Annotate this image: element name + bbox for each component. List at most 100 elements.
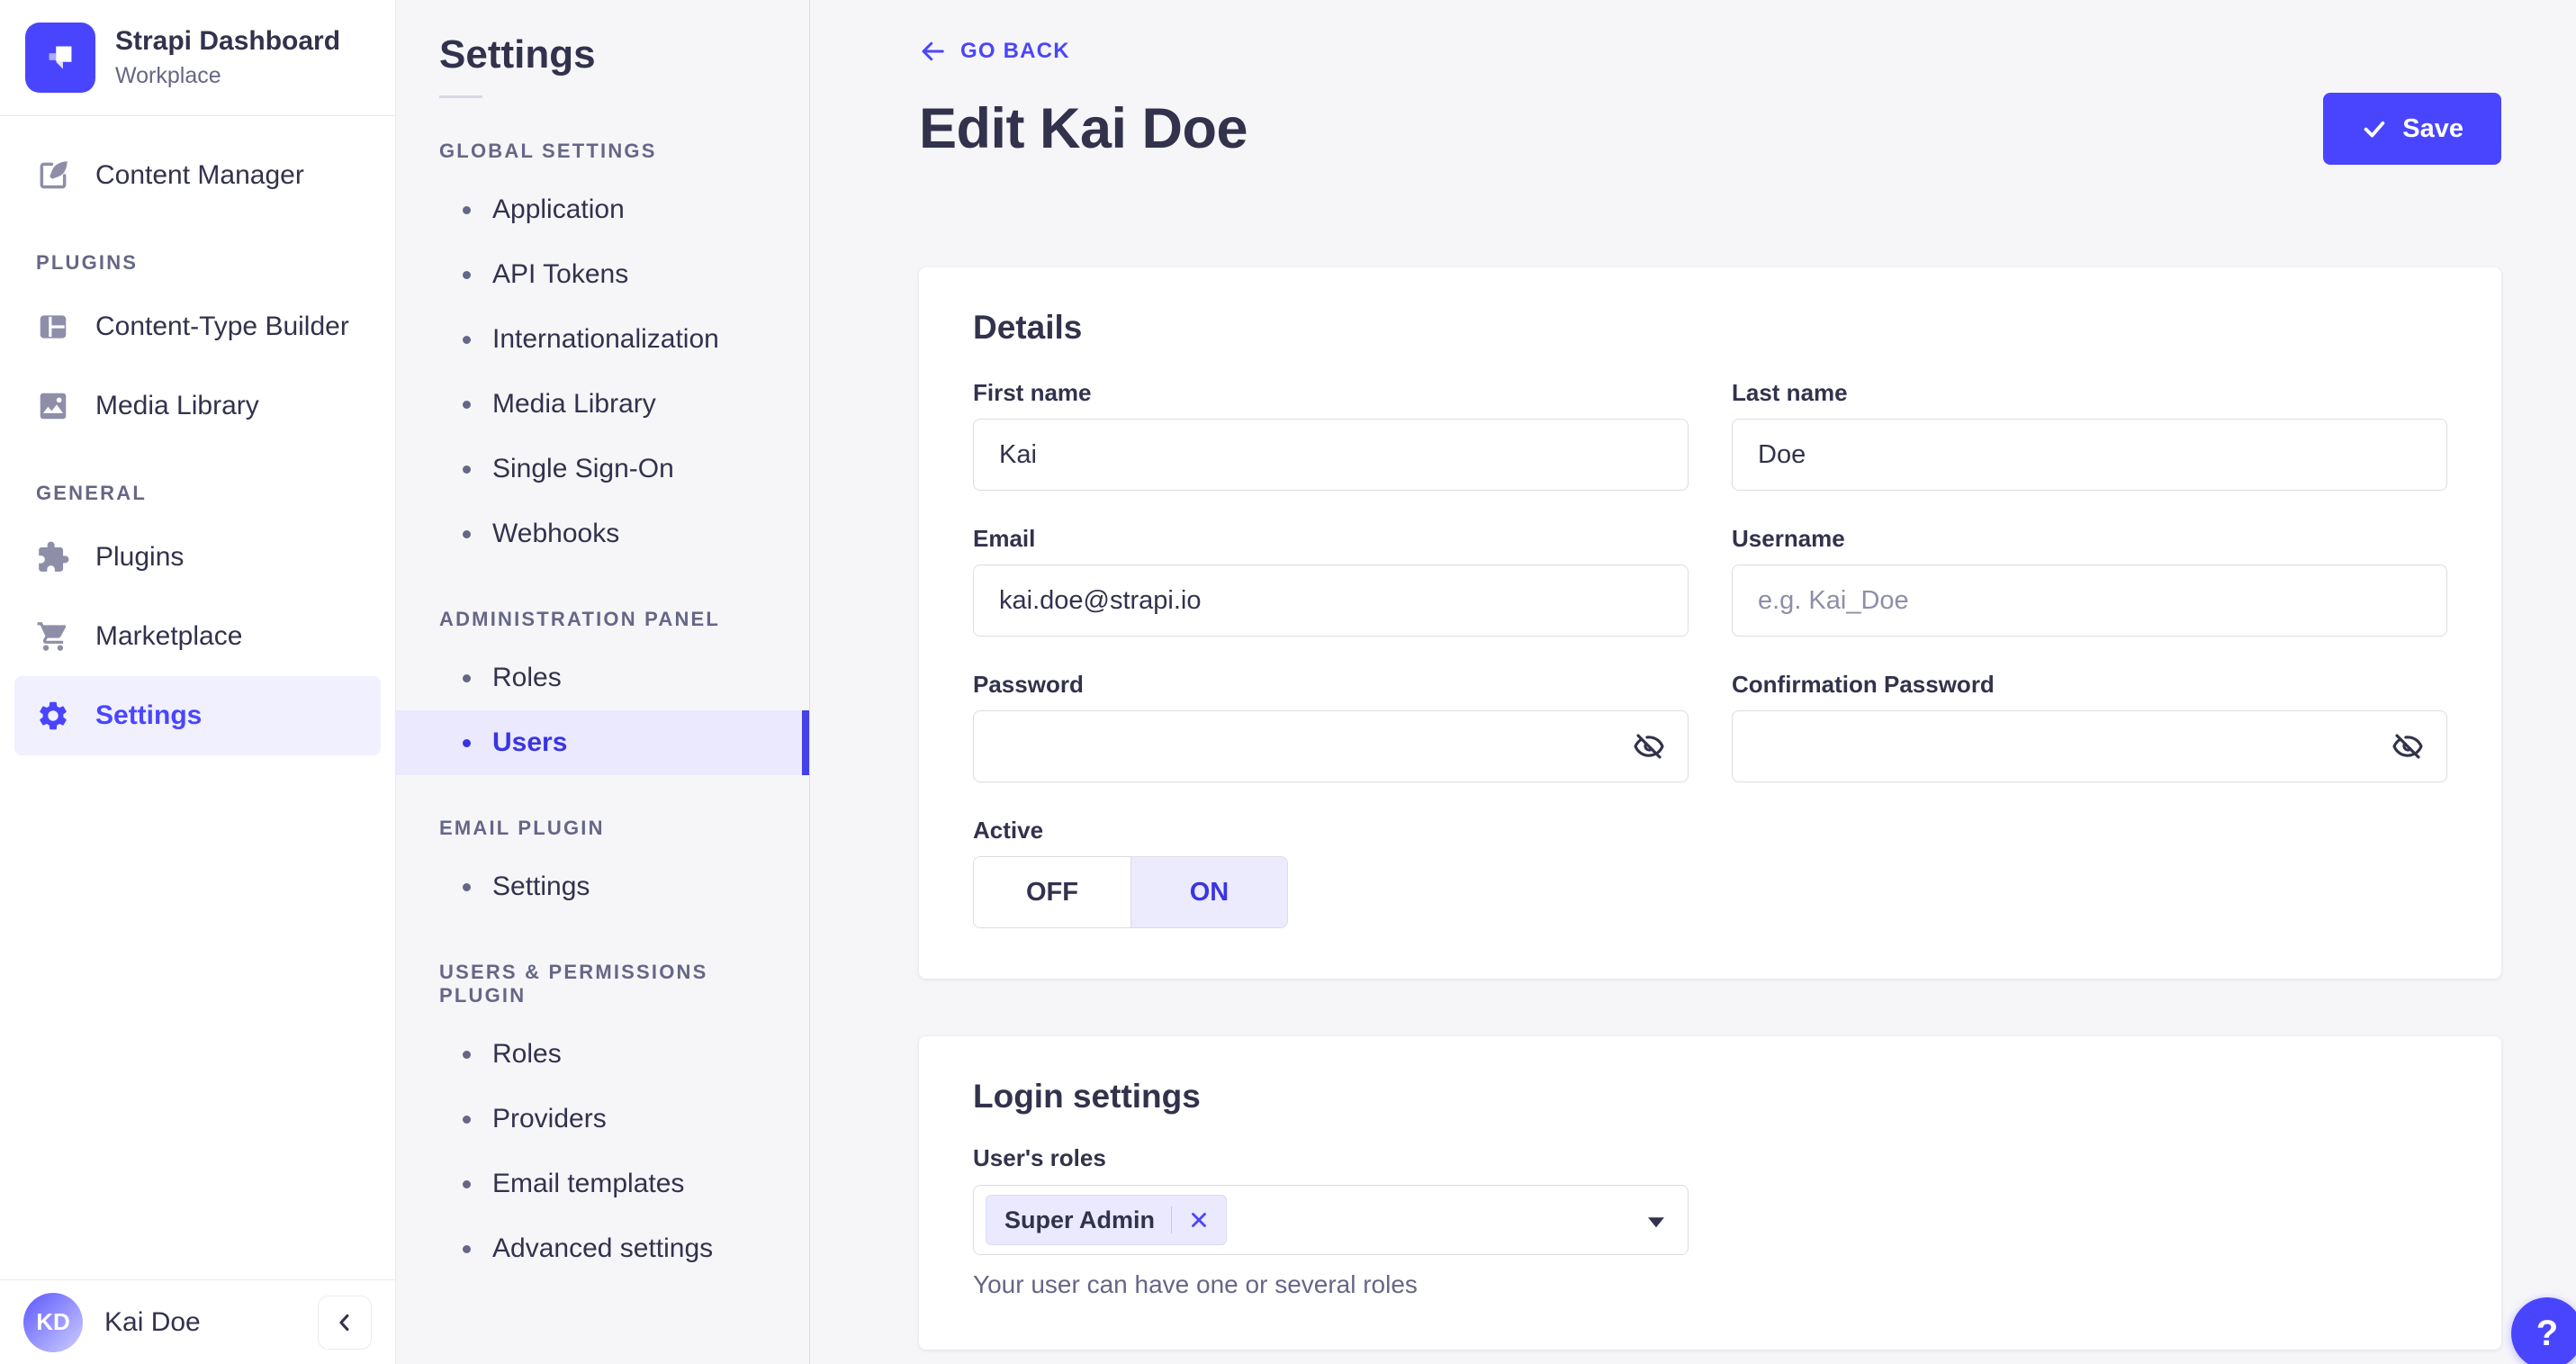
- bullet-icon: [463, 270, 471, 279]
- field-confirmation-password: Confirmation Password: [1732, 671, 2447, 782]
- avatar[interactable]: KD: [23, 1292, 83, 1352]
- user-name: Kai Doe: [104, 1306, 201, 1337]
- last-name-input[interactable]: [1732, 419, 2447, 491]
- bullet-icon: [463, 400, 471, 409]
- tag-divider: [1171, 1206, 1173, 1233]
- field-username: Username: [1732, 525, 2447, 637]
- save-button[interactable]: Save: [2323, 93, 2501, 165]
- bullet-icon: [463, 1050, 471, 1059]
- bullet-icon: [463, 1179, 471, 1188]
- username-input[interactable]: [1732, 565, 2447, 637]
- login-settings-heading: Login settings: [973, 1078, 1201, 1115]
- username-label: Username: [1732, 525, 1845, 552]
- subnav-item-admin-roles[interactable]: Roles: [396, 646, 809, 710]
- puzzle-icon: [39, 541, 69, 572]
- bullet-icon: [463, 1115, 471, 1124]
- confirmation-password-label: Confirmation Password: [1732, 671, 1995, 698]
- active-on-button[interactable]: ON: [1130, 857, 1287, 927]
- go-back-link[interactable]: GO BACK: [919, 38, 1070, 65]
- bullet-icon: [463, 1244, 471, 1253]
- sidebar-item-settings[interactable]: Settings: [14, 676, 381, 755]
- collapse-sidebar-button[interactable]: [318, 1295, 372, 1350]
- password-input[interactable]: [973, 710, 1689, 782]
- field-password: Password: [973, 671, 1689, 782]
- main-sidebar: Strapi Dashboard Workplace Content Manag…: [0, 0, 396, 1364]
- toggle-confirmation-password-visibility-button[interactable]: [2388, 727, 2427, 766]
- subnav-item-up-email-templates[interactable]: Email templates: [396, 1152, 809, 1216]
- last-name-label: Last name: [1732, 379, 1848, 406]
- email-input[interactable]: [973, 565, 1689, 637]
- app-title: Strapi Dashboard: [115, 26, 341, 56]
- sidebar-item-plugins[interactable]: Plugins: [14, 518, 381, 597]
- bullet-icon: [463, 465, 471, 474]
- bullet-icon: [463, 335, 471, 344]
- feather-icon: [40, 161, 68, 189]
- password-label: Password: [973, 671, 1084, 698]
- sidebar-item-label: Content-Type Builder: [95, 312, 349, 341]
- field-last-name: Last name: [1732, 379, 2447, 491]
- roles-helper-text: Your user can have one or several roles: [973, 1270, 1418, 1298]
- subnav-item-admin-users[interactable]: Users: [396, 710, 809, 775]
- sidebar-item-label: Settings: [95, 700, 203, 730]
- toggle-password-visibility-button[interactable]: [1629, 727, 1669, 766]
- gear-icon: [40, 701, 67, 730]
- sidebar-section-plugins: PLUGINS: [36, 251, 139, 274]
- check-icon: [2364, 121, 2385, 138]
- subnav-item-email-settings[interactable]: Settings: [396, 854, 809, 919]
- eye-off-icon: [1634, 734, 1664, 759]
- bullet-icon: [463, 882, 471, 891]
- sidebar-item-label: Plugins: [95, 542, 185, 572]
- field-first-name: First name: [973, 379, 1689, 491]
- subnav-item-application[interactable]: Application: [396, 177, 809, 242]
- active-off-button[interactable]: OFF: [974, 857, 1130, 927]
- workspace-name: Workplace: [115, 63, 221, 88]
- subnav-item-single-sign-on[interactable]: Single Sign-On: [396, 437, 809, 501]
- sidebar-item-label: Media Library: [95, 391, 259, 420]
- subnav-section-users-permissions-plugin: USERS & PERMISSIONS PLUGIN Roles Provide…: [396, 961, 809, 1281]
- workspace-brand[interactable]: Strapi Dashboard Workplace: [0, 0, 395, 116]
- strapi-logo-icon: [25, 23, 95, 93]
- main-content: GO BACK Edit Kai Doe Save Details First …: [810, 0, 2576, 1364]
- user-roles-select[interactable]: Super Admin: [973, 1185, 1689, 1255]
- bullet-icon: [463, 529, 471, 538]
- active-toggle: OFF ON: [973, 856, 1288, 928]
- caret-down-icon: [1648, 1217, 1664, 1228]
- field-active: Active OFF ON: [973, 817, 1689, 928]
- subnav-item-up-roles[interactable]: Roles: [396, 1022, 809, 1087]
- settings-subnav: Settings GLOBAL SETTINGS Application API…: [396, 0, 810, 1364]
- first-name-input[interactable]: [973, 419, 1689, 491]
- sidebar-item-marketplace[interactable]: Marketplace: [14, 597, 381, 676]
- sidebar-section-general: GENERAL: [36, 482, 147, 504]
- details-heading: Details: [973, 309, 1083, 346]
- sidebar-item-content-type-builder[interactable]: Content-Type Builder: [14, 287, 381, 366]
- sidebar-nav: Content Manager PLUGINS Content-Type Bui…: [0, 116, 395, 755]
- subnav-section-global-settings: GLOBAL SETTINGS Application API Tokens I…: [396, 140, 809, 566]
- subnav-item-up-providers[interactable]: Providers: [396, 1087, 809, 1152]
- subnav-item-media-library[interactable]: Media Library: [396, 372, 809, 437]
- subnav-item-webhooks[interactable]: Webhooks: [396, 501, 809, 566]
- bullet-icon: [463, 738, 471, 747]
- remove-role-button[interactable]: [1179, 1200, 1219, 1240]
- email-label: Email: [973, 525, 1036, 552]
- shopping-cart-icon: [37, 622, 67, 651]
- field-email: Email: [973, 525, 1689, 637]
- role-tag-super-admin: Super Admin: [986, 1195, 1228, 1245]
- subnav-item-up-advanced-settings[interactable]: Advanced settings: [396, 1216, 809, 1281]
- first-name-label: First name: [973, 379, 1092, 406]
- confirmation-password-input[interactable]: [1732, 710, 2447, 782]
- picture-icon: [40, 393, 67, 420]
- subnav-title: Settings: [439, 32, 596, 77]
- sidebar-item-label: Content Manager: [95, 160, 304, 190]
- sidebar-item-media-library[interactable]: Media Library: [14, 366, 381, 446]
- active-label: Active: [973, 817, 1044, 844]
- bullet-icon: [463, 205, 471, 214]
- chevron-left-icon: [339, 1314, 349, 1331]
- page-title: Edit Kai Doe: [919, 97, 1248, 160]
- subnav-item-api-tokens[interactable]: API Tokens: [396, 242, 809, 307]
- eye-off-icon: [2392, 734, 2423, 759]
- sidebar-item-label: Marketplace: [95, 621, 243, 651]
- sidebar-item-content-manager[interactable]: Content Manager: [14, 136, 381, 215]
- subnav-item-internationalization[interactable]: Internationalization: [396, 307, 809, 372]
- help-button[interactable]: ?: [2511, 1297, 2576, 1364]
- subnav-section-administration-panel: ADMINISTRATION PANEL Roles Users: [396, 608, 809, 775]
